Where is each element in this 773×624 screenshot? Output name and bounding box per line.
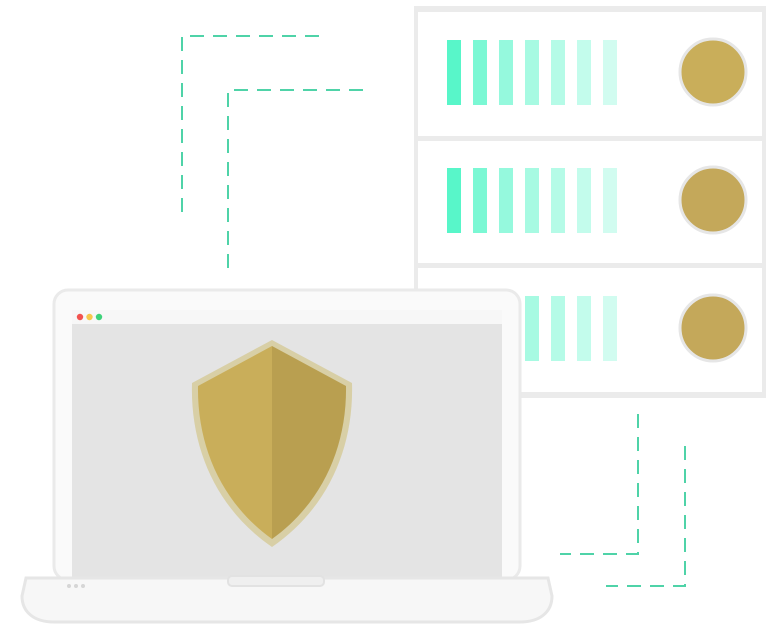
level-bar bbox=[577, 168, 591, 233]
level-bar bbox=[603, 168, 617, 233]
level-bar bbox=[577, 296, 591, 361]
server-unit bbox=[418, 12, 762, 136]
browser-titlebar bbox=[72, 310, 502, 324]
laptop-indicator-dot bbox=[74, 584, 78, 588]
level-bar bbox=[499, 168, 513, 233]
window-close-dot bbox=[76, 313, 84, 321]
server-status-light bbox=[678, 165, 748, 235]
server-status-light bbox=[678, 293, 748, 363]
connector-lines-top bbox=[181, 35, 370, 268]
laptop bbox=[20, 288, 554, 624]
connector-line-outer bbox=[181, 35, 325, 212]
level-bar bbox=[551, 168, 565, 233]
server-status-light bbox=[678, 37, 748, 107]
level-bar bbox=[473, 40, 487, 105]
level-bar bbox=[447, 168, 461, 233]
level-bar bbox=[577, 40, 591, 105]
level-bar bbox=[499, 40, 513, 105]
laptop-indicator-dot bbox=[67, 584, 71, 588]
level-bar bbox=[603, 296, 617, 361]
level-bar bbox=[525, 40, 539, 105]
level-bar bbox=[551, 296, 565, 361]
level-bar bbox=[525, 168, 539, 233]
level-bar bbox=[447, 40, 461, 105]
level-bar bbox=[473, 168, 487, 233]
connector-lines-bottom bbox=[560, 414, 686, 587]
server-unit bbox=[418, 141, 762, 263]
illustration-canvas bbox=[20, 6, 766, 624]
connector-line-inner bbox=[227, 89, 370, 268]
window-maximize-dot bbox=[95, 313, 103, 321]
level-bar bbox=[525, 296, 539, 361]
security-illustration bbox=[0, 0, 773, 624]
window-minimize-dot bbox=[86, 313, 93, 321]
level-bar bbox=[551, 40, 565, 105]
level-bar bbox=[603, 40, 617, 105]
connector-line-outer bbox=[606, 446, 686, 587]
connector-line-inner bbox=[560, 414, 639, 555]
laptop-hinge-notch bbox=[227, 575, 325, 587]
laptop-indicator-dot bbox=[81, 584, 85, 588]
